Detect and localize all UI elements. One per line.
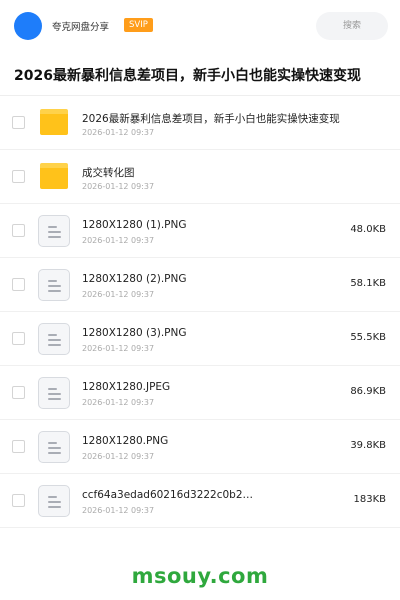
file-size: 183KB: [353, 494, 386, 505]
file-date: 2026-01-12 09:37: [82, 506, 155, 515]
document-icon-shape: [38, 377, 70, 409]
file-date: 2026-01-12 09:37: [82, 236, 155, 245]
row-checkbox[interactable]: [12, 440, 25, 453]
document-icon: [38, 485, 70, 517]
header: 夸克网盘分享 SVIP 搜索: [0, 0, 400, 52]
folder-row[interactable]: 2026最新暴利信息差项目，新手小白也能实操快速变现 2026-01-12 09:…: [0, 96, 400, 150]
file-row[interactable]: ccf64a3edad60216d3222c0b2… 2026-01-12 09:…: [0, 474, 400, 528]
document-icon-shape: [38, 215, 70, 247]
document-icon: [38, 323, 70, 355]
file-name[interactable]: 1280X1280.JPEG: [82, 381, 170, 393]
document-icon: [38, 215, 70, 247]
share-title-bar: 2026最新暴利信息差项目，新手小白也能实操快速变现: [0, 52, 400, 96]
folder-icon: [38, 161, 70, 193]
file-name[interactable]: 1280X1280.PNG: [82, 435, 168, 447]
folder-icon-shape: [40, 163, 68, 189]
row-checkbox[interactable]: [12, 170, 25, 183]
folder-icon: [38, 107, 70, 139]
file-size: 86.9KB: [350, 386, 386, 397]
document-icon: [38, 377, 70, 409]
file-row[interactable]: 1280X1280.PNG 2026-01-12 09:37 39.8KB: [0, 420, 400, 474]
file-date: 2026-01-12 09:37: [82, 452, 155, 461]
file-size: 58.1KB: [350, 278, 386, 289]
app-name: 夸克网盘分享: [52, 22, 110, 33]
file-row[interactable]: 1280X1280.JPEG 2026-01-12 09:37 86.9KB: [0, 366, 400, 420]
file-row[interactable]: 1280X1280 (3).PNG 2026-01-12 09:37 55.5KB: [0, 312, 400, 366]
document-icon-shape: [38, 431, 70, 463]
share-title: 2026最新暴利信息差项目，新手小白也能实操快速变现: [14, 68, 361, 84]
file-date: 2026-01-12 09:37: [82, 290, 155, 299]
document-icon: [38, 269, 70, 301]
file-date: 2026-01-12 09:37: [82, 398, 155, 407]
document-icon-shape: [38, 269, 70, 301]
file-name[interactable]: 2026最新暴利信息差项目，新手小白也能实操快速变现: [82, 111, 340, 126]
svip-badge: SVIP: [124, 18, 153, 32]
file-row[interactable]: 1280X1280 (2).PNG 2026-01-12 09:37 58.1KB: [0, 258, 400, 312]
file-name[interactable]: 1280X1280 (1).PNG: [82, 219, 187, 231]
document-icon-shape: [38, 485, 70, 517]
file-name[interactable]: 1280X1280 (3).PNG: [82, 327, 187, 339]
folder-row[interactable]: 成交转化图 2026-01-12 09:37: [0, 150, 400, 204]
document-icon-shape: [38, 323, 70, 355]
file-date: 2026-01-12 09:37: [82, 128, 155, 137]
file-date: 2026-01-12 09:37: [82, 344, 155, 353]
row-checkbox[interactable]: [12, 278, 25, 291]
row-checkbox[interactable]: [12, 494, 25, 507]
file-name[interactable]: 成交转化图: [82, 165, 135, 180]
file-size: 55.5KB: [350, 332, 386, 343]
file-size: 39.8KB: [350, 440, 386, 451]
document-icon: [38, 431, 70, 463]
row-checkbox[interactable]: [12, 386, 25, 399]
file-name[interactable]: 1280X1280 (2).PNG: [82, 273, 187, 285]
folder-icon-shape: [40, 109, 68, 135]
row-checkbox[interactable]: [12, 224, 25, 237]
avatar[interactable]: [14, 12, 42, 40]
row-checkbox[interactable]: [12, 116, 25, 129]
file-name[interactable]: ccf64a3edad60216d3222c0b2…: [82, 489, 253, 501]
file-row[interactable]: 1280X1280 (1).PNG 2026-01-12 09:37 48.0KB: [0, 204, 400, 258]
file-date: 2026-01-12 09:37: [82, 182, 155, 191]
footer: msouy.com: [0, 548, 400, 600]
file-size: 48.0KB: [350, 224, 386, 235]
row-checkbox[interactable]: [12, 332, 25, 345]
watermark: msouy.com: [131, 564, 269, 588]
file-list: 2026最新暴利信息差项目，新手小白也能实操快速变现 2026-01-12 09:…: [0, 96, 400, 528]
search-button[interactable]: 搜索: [316, 12, 388, 40]
